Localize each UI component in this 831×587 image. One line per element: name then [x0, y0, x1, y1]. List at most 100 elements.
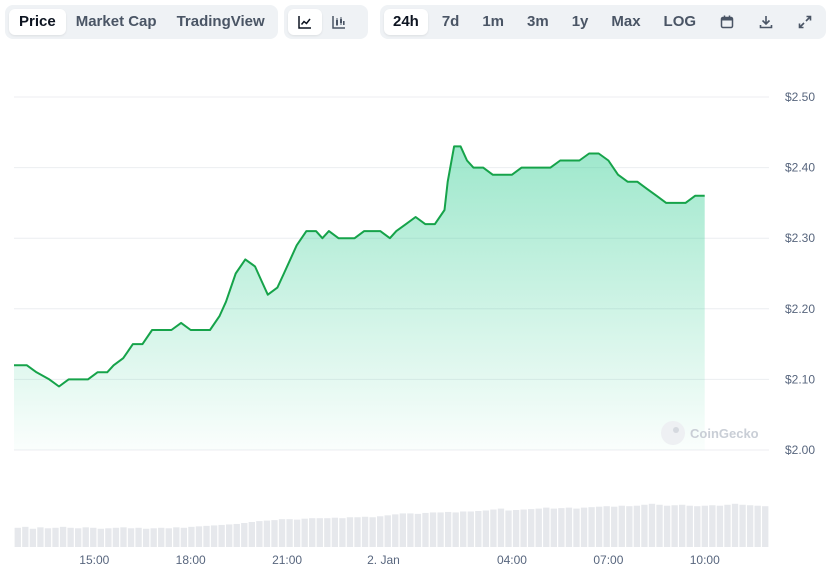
y-tick-label: $2.10	[785, 372, 815, 386]
volume-bar	[460, 511, 467, 547]
volume-bar	[195, 526, 203, 547]
download-button[interactable]	[749, 9, 783, 35]
chart-toolbar: Price Market Cap TradingView 24h 7d 1m 3…	[0, 0, 831, 44]
volume-bar	[724, 504, 731, 547]
volume-bar	[173, 527, 180, 547]
volume-bar	[694, 506, 701, 547]
volume-bar	[331, 517, 339, 547]
time-range-selector: 24h 7d 1m 3m 1y Max LOG	[380, 5, 826, 39]
volume-bar	[482, 510, 490, 547]
calendar-button[interactable]	[710, 9, 744, 35]
volume-bar	[301, 518, 308, 547]
y-tick-label: $2.40	[785, 161, 815, 175]
range-1m[interactable]: 1m	[473, 9, 513, 35]
volume-bar	[188, 526, 195, 547]
range-3m[interactable]: 3m	[518, 9, 558, 35]
volume-bar	[754, 505, 761, 547]
tab-market-cap[interactable]: Market Cap	[66, 9, 167, 35]
volume-bar	[490, 509, 497, 547]
volume-bar	[505, 510, 512, 547]
volume-bar	[44, 528, 52, 547]
x-tick-label: 2. Jan	[367, 553, 400, 567]
volume-bar	[437, 512, 444, 547]
volume-bar	[52, 527, 59, 547]
volume-bar	[339, 518, 346, 547]
volume-bar	[67, 527, 74, 547]
log-scale-toggle[interactable]: LOG	[655, 9, 706, 35]
volume-bar	[354, 517, 361, 547]
y-tick-label: $2.00	[785, 443, 815, 457]
volume-bar	[475, 511, 482, 547]
volume-bar	[75, 528, 82, 547]
volume-bar	[361, 516, 369, 547]
volume-bar	[399, 513, 406, 547]
range-max[interactable]: Max	[602, 9, 649, 35]
range-1y[interactable]: 1y	[563, 9, 598, 35]
volume-bar	[407, 513, 414, 547]
fullscreen-button[interactable]	[788, 9, 822, 35]
expand-icon	[798, 15, 812, 29]
volume-bar	[595, 506, 603, 547]
volume-bar	[701, 505, 708, 547]
volume-bar	[377, 516, 384, 547]
line-chart-button[interactable]	[288, 9, 322, 35]
chart-type-selector	[284, 5, 368, 39]
volume-bar	[633, 505, 641, 547]
volume-bar	[135, 527, 142, 547]
x-tick-label: 18:00	[176, 553, 206, 567]
volume-bar	[127, 528, 135, 547]
volume-bar	[422, 512, 429, 547]
price-chart[interactable]: $2.50 $2.40 $2.30 $2.20 $2.10 $2.00 15:00 18:00…	[0, 44, 831, 587]
volume-bar	[37, 527, 44, 547]
volume-bar	[278, 519, 286, 547]
line-chart-icon	[298, 16, 311, 29]
volume-bar	[241, 523, 248, 547]
volume-bar	[59, 526, 67, 547]
volume-bar	[573, 508, 580, 547]
volume-bar	[671, 505, 678, 547]
volume-bar	[22, 526, 29, 547]
volume-bar	[112, 527, 120, 547]
volume-bar	[618, 505, 625, 547]
price-area	[14, 146, 705, 450]
volume-bar	[520, 509, 527, 547]
volume-bar	[120, 527, 127, 547]
range-24h[interactable]: 24h	[384, 9, 428, 35]
volume-bar	[746, 505, 754, 547]
volume-bar	[512, 510, 520, 547]
volume-bar	[543, 507, 550, 547]
volume-bar	[392, 514, 399, 547]
calendar-icon	[720, 15, 734, 29]
volume-bar	[150, 528, 157, 547]
coingecko-logo-icon	[661, 421, 685, 445]
volume-bar	[142, 528, 150, 547]
volume-bar	[550, 508, 557, 547]
tab-tradingview[interactable]: TradingView	[167, 9, 275, 35]
volume-bar	[611, 506, 618, 547]
metric-selector: Price Market Cap TradingView	[5, 5, 278, 39]
volume-bar	[452, 512, 459, 547]
volume-bar	[641, 504, 648, 547]
candlestick-chart-icon	[332, 16, 345, 29]
y-tick-label: $2.30	[785, 231, 815, 245]
volume-bar	[180, 527, 188, 547]
volume-bar	[248, 522, 255, 547]
x-tick-label: 07:00	[593, 553, 623, 567]
y-tick-label: $2.20	[785, 302, 815, 316]
volume-bar	[218, 524, 225, 547]
coingecko-watermark: CoinGecko	[690, 426, 759, 441]
volume-bar	[558, 508, 565, 547]
volume-bar	[762, 506, 769, 547]
volume-bar	[369, 517, 376, 547]
volume-bar	[324, 518, 331, 547]
tab-price[interactable]: Price	[9, 9, 66, 35]
volume-bar	[90, 527, 97, 547]
x-tick-label: 10:00	[690, 553, 720, 567]
volume-bar	[626, 506, 633, 547]
volume-bar	[97, 528, 104, 547]
volume-bar	[444, 511, 452, 547]
volume-bar	[497, 508, 505, 547]
volume-bar	[656, 504, 663, 547]
range-7d[interactable]: 7d	[433, 9, 469, 35]
candlestick-chart-button[interactable]	[322, 9, 356, 35]
